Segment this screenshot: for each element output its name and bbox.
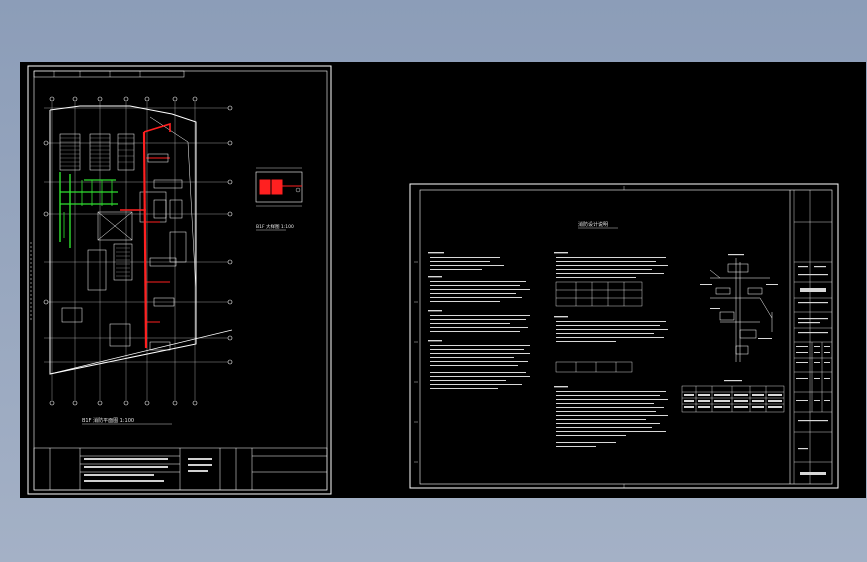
sheet2-title: 消防设计说明 <box>578 221 608 228</box>
notes-table-2 <box>555 361 633 373</box>
riser-labels <box>700 254 778 339</box>
cad-drawing: B1F 消防平面图 1:100 B1F 大样图 1:100 消防设计说明 <box>27 65 839 495</box>
fire-hydrant-boxes <box>147 153 183 351</box>
main-plan-label: B1F 消防平面图 1:100 <box>82 417 134 424</box>
design-notes-col-1 <box>428 252 530 389</box>
main-plan-grid <box>44 102 232 400</box>
sheet-2 <box>409 183 839 489</box>
notes-table-1 <box>555 281 643 307</box>
title-block-2 <box>794 221 832 463</box>
core-rooms <box>61 191 187 347</box>
detail-plan <box>255 167 303 207</box>
grid-bubbles <box>43 96 233 406</box>
building-outline <box>49 105 233 375</box>
parking-hatch <box>60 137 134 277</box>
cad-model-space[interactable]: B1F 消防平面图 1:100 B1F 大样图 1:100 消防设计说明 <box>20 62 866 498</box>
riser-diagram <box>709 258 773 362</box>
design-notes-col-2 <box>554 252 668 447</box>
title-block-1 <box>33 447 328 491</box>
sprinkler-pipes <box>59 172 118 248</box>
title-block-1-text <box>84 458 212 482</box>
sheet-1 <box>27 65 332 495</box>
legend-table <box>681 385 785 413</box>
title-block-2-text <box>796 266 830 475</box>
detail-plan-label: B1F 大样图 1:100 <box>256 223 294 230</box>
